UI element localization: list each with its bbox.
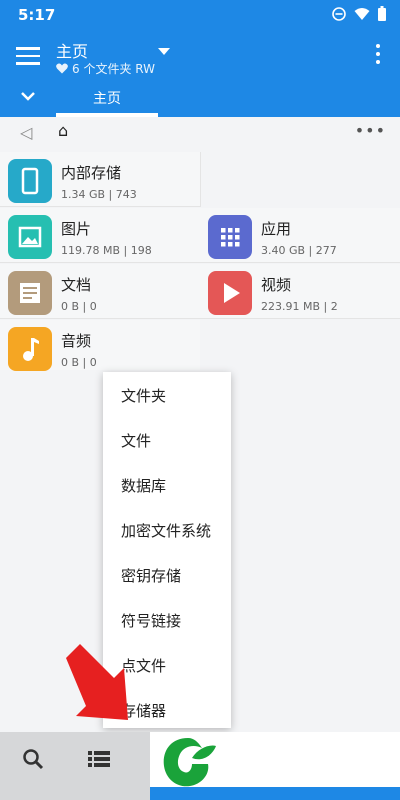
- heart-icon: [56, 63, 68, 74]
- play-icon: [208, 271, 252, 315]
- watermark-area: [150, 732, 400, 800]
- tile-name: 文档: [61, 276, 92, 294]
- back-icon[interactable]: ◁: [20, 123, 32, 142]
- chevron-down-icon[interactable]: [20, 90, 36, 102]
- list-view-icon[interactable]: [88, 750, 110, 768]
- battery-icon: [378, 6, 386, 21]
- tab-home[interactable]: 主页: [56, 88, 158, 108]
- dropdown-arrow-icon[interactable]: [158, 48, 170, 55]
- image-icon: [8, 215, 52, 259]
- blue-strip: [150, 787, 400, 800]
- breadcrumb-more-icon[interactable]: •••: [355, 121, 386, 140]
- search-icon[interactable]: [22, 748, 44, 770]
- home-icon[interactable]: ⌂: [58, 121, 68, 140]
- menu-item-symlink[interactable]: 符号链接: [121, 610, 181, 631]
- menu-item-encrypted-fs[interactable]: 加密文件系统: [121, 520, 211, 541]
- bottom-toolbar: [0, 732, 150, 800]
- tile-info: 223.91 MB | 2: [261, 300, 338, 313]
- page-title[interactable]: 主页: [56, 38, 88, 62]
- storage-tile-internal[interactable]: 内部存储 1.34 GB | 743: [0, 152, 201, 207]
- tile-info: 1.34 GB | 743: [61, 188, 137, 201]
- tile-name: 视频: [261, 276, 292, 294]
- storage-tile-apps[interactable]: 应用 3.40 GB | 277: [200, 208, 400, 263]
- tile-info: 0 B | 0: [61, 300, 97, 313]
- storage-tile-images[interactable]: 图片 119.78 MB | 198: [0, 208, 200, 263]
- status-icons: [332, 6, 386, 21]
- menu-icon[interactable]: [16, 44, 40, 65]
- red-arrow-icon: [66, 644, 128, 720]
- document-icon: [8, 271, 52, 315]
- wifi-icon: [354, 7, 370, 20]
- app-bar: 主页 6 个文件夹 RW 主页: [0, 30, 400, 117]
- more-options-icon[interactable]: [376, 44, 382, 68]
- apps-grid-icon: [208, 215, 252, 259]
- menu-item-keystore[interactable]: 密钥存储: [121, 565, 181, 586]
- breadcrumb: ◁ ⌂ •••: [0, 117, 400, 151]
- tile-info: 119.78 MB | 198: [61, 244, 152, 257]
- leaf-logo-icon: [163, 738, 216, 787]
- storage-tile-videos[interactable]: 视频 223.91 MB | 2: [200, 264, 400, 319]
- tile-name: 图片: [61, 220, 92, 238]
- menu-item-file[interactable]: 文件: [121, 430, 151, 451]
- status-bar: 5:17: [0, 0, 400, 30]
- tile-name: 应用: [261, 220, 292, 238]
- do-not-disturb-icon: [332, 6, 346, 21]
- storage-tile-audio[interactable]: 音频 0 B | 0: [0, 320, 200, 371]
- subtitle-text: 6 个文件夹 RW: [72, 62, 155, 76]
- page-subtitle: 6 个文件夹 RW: [56, 60, 155, 77]
- phone-icon: [8, 159, 52, 203]
- tile-name: 内部存储: [61, 164, 122, 182]
- tile-info: 3.40 GB | 277: [261, 244, 337, 257]
- menu-item-database[interactable]: 数据库: [121, 475, 166, 496]
- music-note-icon: [8, 327, 52, 371]
- storage-tile-documents[interactable]: 文档 0 B | 0: [0, 264, 200, 319]
- tile-info: 0 B | 0: [61, 356, 97, 369]
- status-time: 5:17: [18, 6, 56, 24]
- tile-name: 音频: [61, 332, 92, 350]
- menu-item-folder[interactable]: 文件夹: [121, 385, 166, 406]
